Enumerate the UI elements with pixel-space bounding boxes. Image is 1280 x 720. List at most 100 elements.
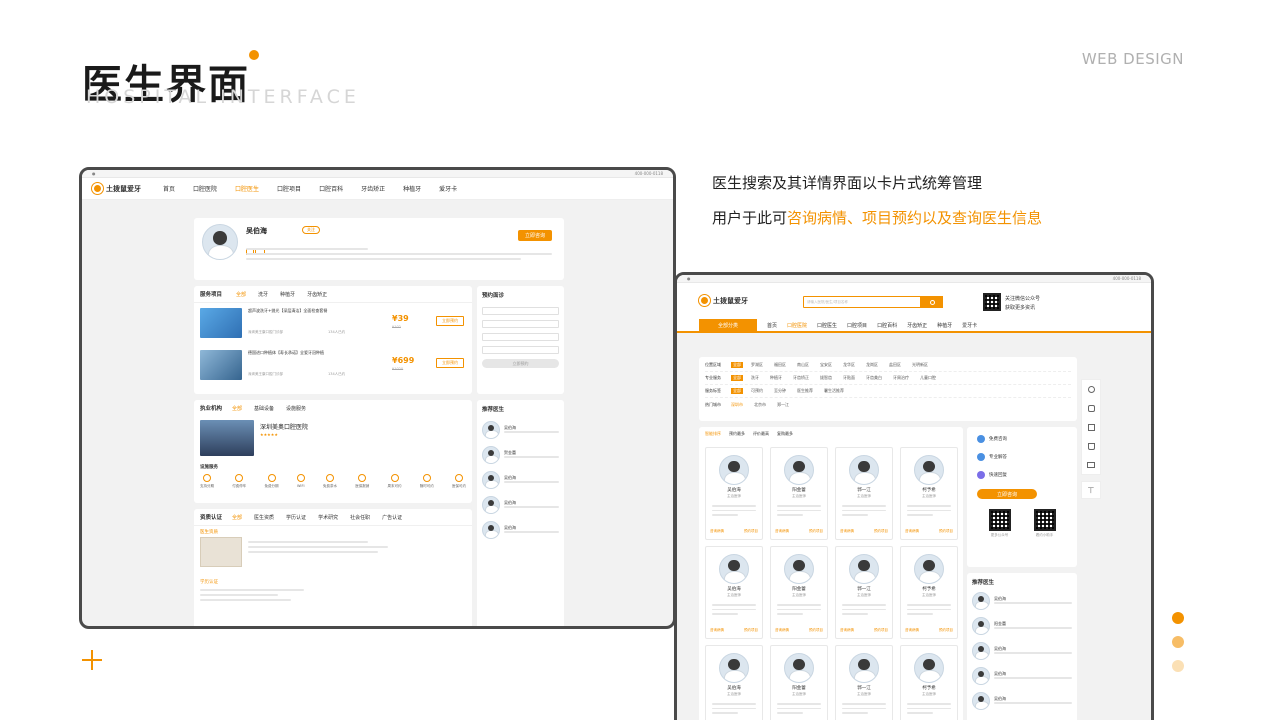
nav-hospital[interactable]: 口腔医院 bbox=[193, 184, 217, 193]
recommended-doctor[interactable]: 贺金蕾 bbox=[482, 446, 559, 464]
filter-all[interactable]: 深圳市 bbox=[731, 402, 743, 408]
filter-option[interactable]: 龙岗区 bbox=[866, 362, 878, 368]
book-action[interactable]: 预约项目 bbox=[939, 628, 953, 633]
filter-option[interactable]: 牙齿矫正 bbox=[793, 375, 809, 381]
filter-all[interactable]: 全部 bbox=[731, 375, 743, 381]
site-logo[interactable]: 土拨鼠爱牙 bbox=[699, 295, 748, 306]
doctor-card[interactable]: 郭一江主治医师咨询病情预约项目 bbox=[835, 645, 893, 720]
filter-option[interactable]: 罗湖区 bbox=[751, 362, 763, 368]
booking-phone-input[interactable] bbox=[482, 346, 559, 354]
nav-hospital[interactable]: 口腔医院 bbox=[787, 322, 807, 329]
search-input[interactable]: 请输入医院/医生/项目名称 bbox=[803, 296, 921, 308]
book-action[interactable]: 预约项目 bbox=[809, 628, 823, 633]
booking-submit-button[interactable]: 立即预约 bbox=[482, 359, 559, 368]
filter-option[interactable]: 龙华区 bbox=[843, 362, 855, 368]
qr-icon[interactable] bbox=[1087, 424, 1095, 431]
filter-option[interactable]: 拔智齿 bbox=[820, 375, 832, 381]
service-item-1[interactable]: 超声波洗牙+抛光【深层清洁】全面检查套餐 深圳美王康口腔门诊部 134人已约 ¥… bbox=[200, 308, 466, 344]
nav-home[interactable]: 首页 bbox=[163, 184, 175, 193]
filter-all[interactable]: 全部 bbox=[731, 388, 743, 394]
book-action[interactable]: 预约项目 bbox=[809, 529, 823, 534]
mail-icon[interactable] bbox=[1087, 462, 1095, 468]
org-tab-facility[interactable]: 设施服务 bbox=[286, 405, 306, 412]
sort-top-rated[interactable]: 评价最高 bbox=[753, 431, 769, 437]
filter-option[interactable]: 北京市 bbox=[754, 402, 766, 408]
consult-action[interactable]: 咨询病情 bbox=[905, 529, 919, 534]
doctor-card[interactable]: 吴伯海主治医师咨询病情预约项目 bbox=[705, 447, 763, 540]
cert-tab-all[interactable]: 全部 bbox=[232, 514, 242, 521]
book-action[interactable]: 预约项目 bbox=[744, 628, 758, 633]
consult-action[interactable]: 咨询病情 bbox=[775, 529, 789, 534]
consult-action[interactable]: 咨询病情 bbox=[710, 529, 724, 534]
filter-all[interactable]: 全部 bbox=[731, 362, 743, 368]
org-tab-equipment[interactable]: 基础设备 bbox=[254, 405, 274, 412]
recommended-doctor[interactable]: 吴伯海 bbox=[482, 521, 559, 539]
recommended-doctor[interactable]: 吴伯海 bbox=[482, 471, 559, 489]
cert-tab-ad[interactable]: 广告认证 bbox=[382, 514, 402, 521]
filter-option[interactable]: 光明新区 bbox=[912, 362, 928, 368]
booking-select-1[interactable] bbox=[482, 307, 559, 315]
filter-option[interactable]: 医生推荐 bbox=[797, 388, 813, 394]
filter-option[interactable]: 牙齿美白 bbox=[866, 375, 882, 381]
service-item-2[interactable]: 德国进口种植体【寿长承诺】全瓷牙冠种植 深圳美王康口腔门诊部 134人已约 ¥6… bbox=[200, 350, 466, 386]
nav-wiki[interactable]: 口腔百科 bbox=[877, 322, 897, 329]
service-tab-ortho[interactable]: 牙齿矫正 bbox=[307, 291, 327, 298]
filter-option[interactable]: 福田区 bbox=[774, 362, 786, 368]
nav-implant[interactable]: 种植牙 bbox=[403, 184, 421, 193]
doctor-card[interactable]: 柯予希主治医师咨询病情预约项目 bbox=[900, 645, 958, 720]
consult-action[interactable]: 咨询病情 bbox=[710, 628, 724, 633]
service-tab-all[interactable]: 全部 bbox=[236, 291, 246, 298]
doctor-card[interactable]: 柯予希主治医师咨询病情预约项目 bbox=[900, 546, 958, 639]
side-action-expert[interactable]: 专业解答 bbox=[977, 453, 1067, 461]
cert-tab-research[interactable]: 学术研究 bbox=[318, 514, 338, 521]
filter-option[interactable]: 牙周治疗 bbox=[893, 375, 909, 381]
phone-icon[interactable] bbox=[1087, 405, 1095, 412]
filter-option[interactable]: 南山区 bbox=[797, 362, 809, 368]
filter-option[interactable]: 牙贴面 bbox=[843, 375, 855, 381]
filter-option[interactable]: 暑生活推荐 bbox=[824, 388, 844, 394]
consult-action[interactable]: 咨询病情 bbox=[840, 628, 854, 633]
nav-doctor[interactable]: 口腔医生 bbox=[235, 184, 259, 193]
filter-option[interactable]: 洗牙 bbox=[751, 375, 759, 381]
nav-home[interactable]: 首页 bbox=[767, 322, 777, 329]
recommended-doctor[interactable]: 吴伯海 bbox=[482, 421, 559, 439]
site-logo[interactable]: 土拨鼠爱牙 bbox=[92, 183, 141, 194]
cert-tab-doctor[interactable]: 医生资质 bbox=[254, 514, 274, 521]
nav-ortho[interactable]: 牙齿矫正 bbox=[361, 184, 385, 193]
nav-doctor[interactable]: 口腔医生 bbox=[817, 322, 837, 329]
cert-tab-edu[interactable]: 学历认证 bbox=[286, 514, 306, 521]
booking-name-input[interactable] bbox=[482, 333, 559, 341]
consult-action[interactable]: 咨询病情 bbox=[840, 529, 854, 534]
book-action[interactable]: 预约项目 bbox=[874, 529, 888, 534]
doctor-card[interactable]: 吴伯海主治医师咨询病情预约项目 bbox=[705, 645, 763, 720]
nav-wiki[interactable]: 口腔百科 bbox=[319, 184, 343, 193]
follow-button[interactable]: 关注 bbox=[302, 226, 320, 234]
nav-implant[interactable]: 种植牙 bbox=[937, 322, 952, 329]
filter-option[interactable]: 盐田区 bbox=[889, 362, 901, 368]
consult-action[interactable]: 咨询病情 bbox=[775, 628, 789, 633]
consult-action[interactable]: 咨询病情 bbox=[905, 628, 919, 633]
side-action-fast[interactable]: 快速回复 bbox=[977, 471, 1067, 479]
doctor-card[interactable]: 吴伯海主治医师咨询病情预约项目 bbox=[705, 546, 763, 639]
back-to-top-button[interactable]: ⊤ bbox=[1081, 481, 1101, 499]
service-icon[interactable] bbox=[1087, 386, 1095, 393]
doctor-card[interactable]: 郭一江主治医师咨询病情预约项目 bbox=[835, 447, 893, 540]
sort-most-booked[interactable]: 预约最多 bbox=[729, 431, 745, 437]
filter-option[interactable]: 至分钟 bbox=[774, 388, 786, 394]
recommended-doctor[interactable]: 吴伯海 bbox=[972, 692, 1072, 710]
book-action[interactable]: 预约项目 bbox=[939, 529, 953, 534]
recommended-doctor[interactable]: 吴伯海 bbox=[482, 496, 559, 514]
doctor-card[interactable]: 郭一江主治医师咨询病情预约项目 bbox=[835, 546, 893, 639]
filter-option[interactable]: 儿童口腔 bbox=[920, 375, 936, 381]
service-tab-implant[interactable]: 种植牙 bbox=[280, 291, 295, 298]
recommended-doctor[interactable]: 吴伯海 bbox=[972, 592, 1072, 610]
filter-option[interactable]: 种植牙 bbox=[770, 375, 782, 381]
filter-option[interactable]: 宝安区 bbox=[820, 362, 832, 368]
recommended-doctor[interactable]: 阳金蕾 bbox=[972, 617, 1072, 635]
nav-project[interactable]: 口腔项目 bbox=[847, 322, 867, 329]
org-tab-all[interactable]: 全部 bbox=[232, 405, 242, 412]
nav-card[interactable]: 爱牙卡 bbox=[962, 322, 977, 329]
nav-project[interactable]: 口腔项目 bbox=[277, 184, 301, 193]
booking-select-2[interactable] bbox=[482, 320, 559, 328]
service-tab-clean[interactable]: 洗牙 bbox=[258, 291, 268, 298]
